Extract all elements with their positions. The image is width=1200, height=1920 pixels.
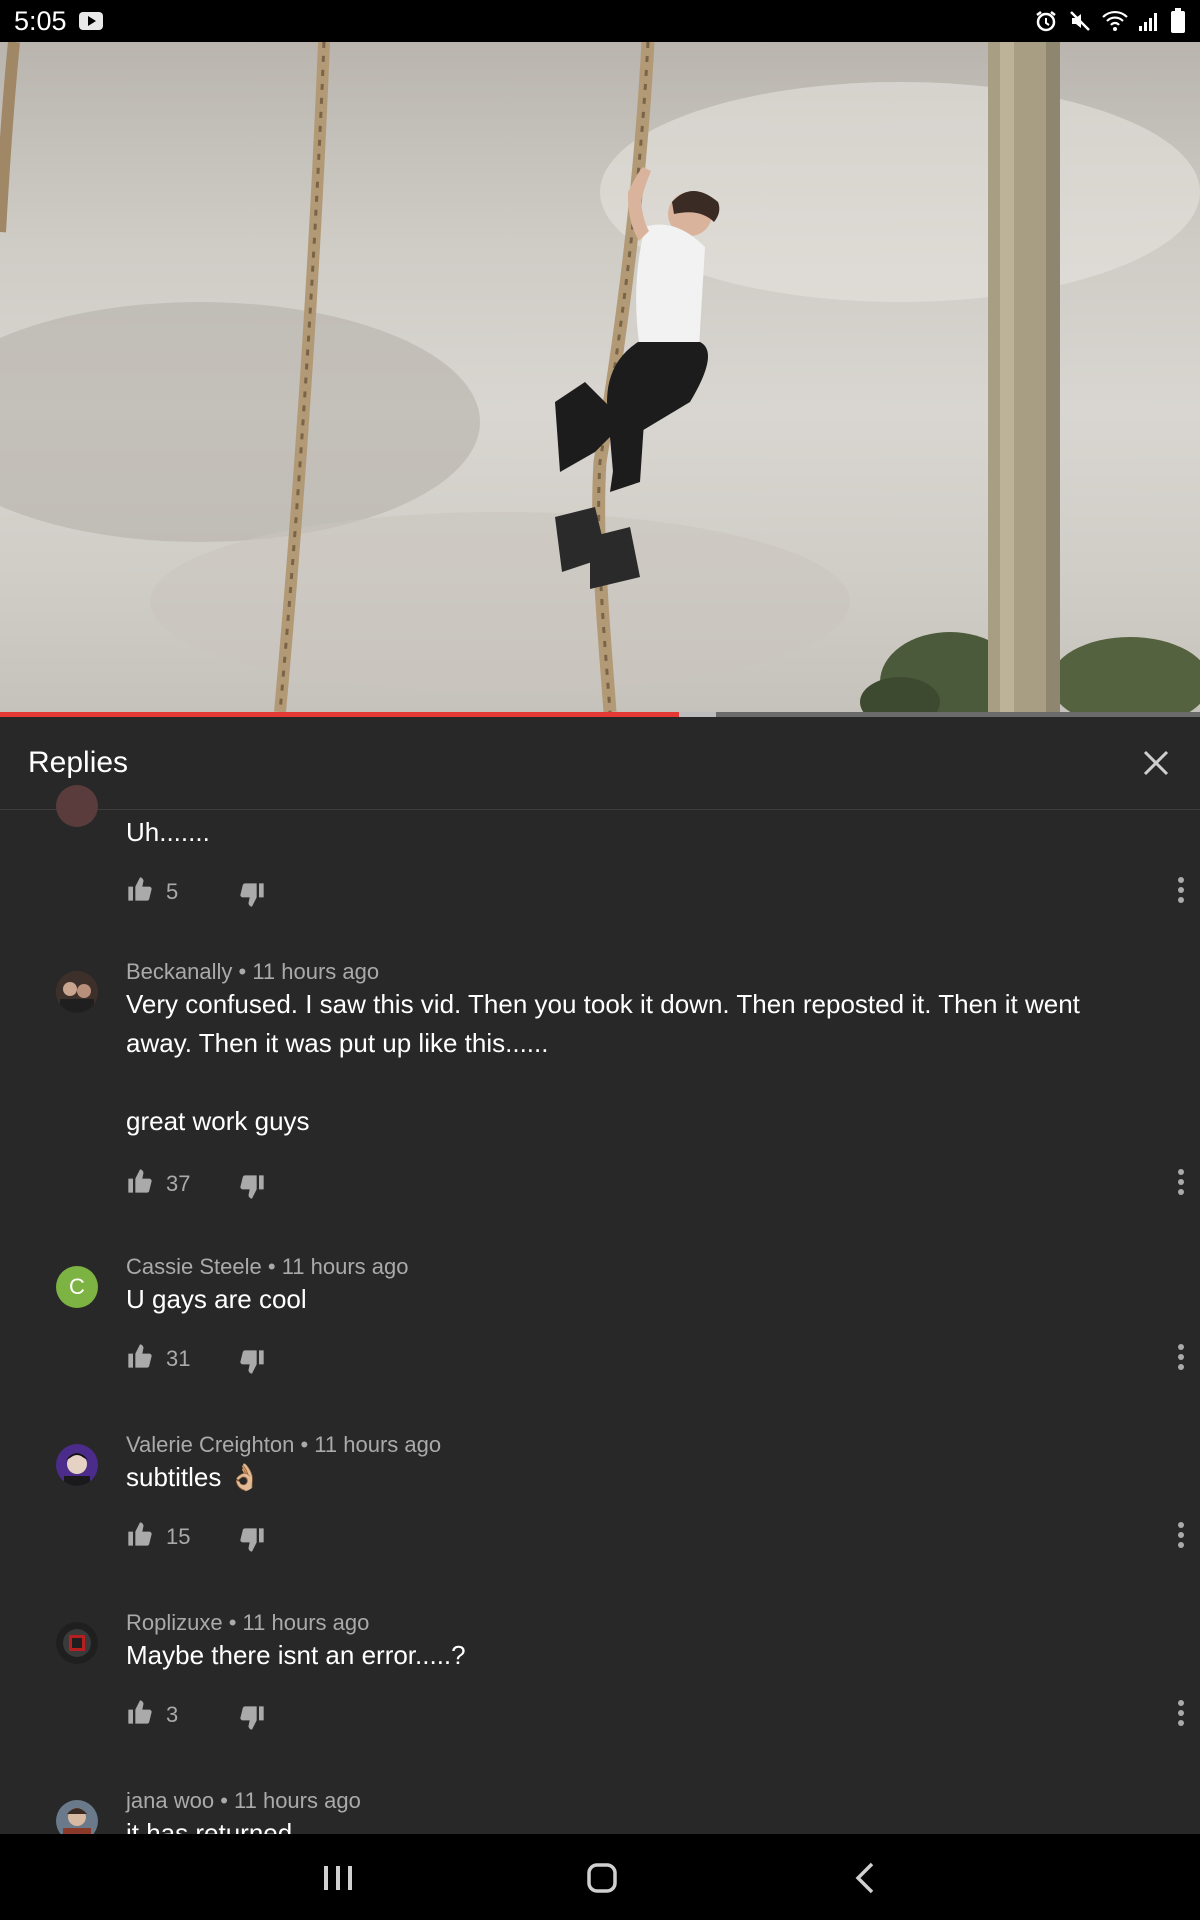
- comment-actions: 3: [126, 1698, 1186, 1730]
- avatar[interactable]: [56, 785, 98, 827]
- like-icon[interactable]: [126, 1520, 154, 1548]
- like-count: 31: [166, 1346, 191, 1371]
- comment-meta: jana woo • 11 hours ago: [126, 1788, 361, 1814]
- replies-panel: Replies Uh....... 5 Beckanally • 11 hour…: [0, 717, 1200, 1834]
- avatar[interactable]: [56, 1622, 98, 1664]
- comment-time: 11 hours ago: [252, 959, 380, 984]
- alarm-icon: [1036, 11, 1056, 32]
- meta-separator: •: [294, 1432, 315, 1457]
- like-count: 5: [166, 879, 179, 904]
- like-count: 37: [166, 1171, 191, 1196]
- avatar[interactable]: [56, 971, 98, 1013]
- comment-meta: Beckanally • 11 hours ago: [126, 959, 379, 985]
- comment-author[interactable]: Valerie Creighton: [126, 1432, 294, 1457]
- recent-apps-icon[interactable]: [316, 1856, 360, 1900]
- comment-text-paragraph: Very confused. I saw this vid. Then you …: [126, 989, 1080, 1058]
- dislike-icon[interactable]: [238, 881, 266, 909]
- signal-icon: [1139, 13, 1157, 31]
- meta-separator: •: [222, 1610, 243, 1635]
- panel-title: Replies: [28, 746, 129, 779]
- dislike-icon[interactable]: [238, 1173, 266, 1201]
- avatar-image: [56, 1444, 98, 1486]
- comment-text: it has returned: [126, 1818, 293, 1834]
- comment-author[interactable]: Cassie Steele: [126, 1254, 262, 1279]
- battery-icon: [1171, 8, 1185, 33]
- comment-meta: Valerie Creighton • 11 hours ago: [126, 1432, 441, 1458]
- video-frame: [0, 42, 1200, 712]
- panel-header: Replies: [0, 717, 1200, 810]
- more-options-icon[interactable]: [1176, 1520, 1186, 1550]
- comment-actions: 37: [126, 1167, 1186, 1199]
- comment-time: 11 hours ago: [281, 1254, 409, 1279]
- like-icon[interactable]: [126, 875, 154, 903]
- more-options-icon[interactable]: [1176, 875, 1186, 905]
- video-player[interactable]: [0, 42, 1200, 712]
- comment-text: Very confused. I saw this vid. Then you …: [126, 985, 1140, 1141]
- comment-meta: Roplizuxe • 11 hours ago: [126, 1610, 369, 1636]
- close-icon[interactable]: [1138, 745, 1174, 781]
- like-icon[interactable]: [126, 1167, 154, 1195]
- more-options-icon[interactable]: [1176, 1698, 1186, 1728]
- comment-text: U gays are cool: [126, 1284, 307, 1314]
- dislike-icon[interactable]: [238, 1526, 266, 1554]
- system-nav-bar: [0, 1834, 1200, 1920]
- avatar-image: [56, 1622, 98, 1664]
- comment-author[interactable]: Roplizuxe: [126, 1610, 223, 1635]
- status-icons: [1034, 8, 1186, 34]
- mute-icon: [1070, 11, 1090, 31]
- comment-text: Uh.......: [126, 817, 210, 847]
- home-icon[interactable]: [580, 1856, 624, 1900]
- avatar-image: [56, 971, 98, 1013]
- comment-actions: 15: [126, 1520, 1186, 1552]
- dislike-icon[interactable]: [238, 1704, 266, 1732]
- status-time: 5:05: [14, 5, 67, 36]
- back-icon[interactable]: [844, 1856, 888, 1900]
- comment-text: Maybe there isnt an error.....?: [126, 1640, 466, 1670]
- status-bar: 5:05: [0, 0, 1200, 42]
- like-count: 15: [166, 1524, 191, 1549]
- comment-author[interactable]: jana woo: [126, 1788, 214, 1813]
- comment-time: 11 hours ago: [242, 1610, 370, 1635]
- avatar[interactable]: C: [56, 1266, 98, 1308]
- comment-actions: 31: [126, 1342, 1186, 1374]
- comment-text: subtitles 👌🏼: [126, 1462, 261, 1492]
- meta-separator: •: [214, 1788, 235, 1813]
- comment-time: 11 hours ago: [314, 1432, 442, 1457]
- youtube-icon: [78, 12, 103, 30]
- like-icon[interactable]: [126, 1342, 154, 1370]
- like-count: 3: [166, 1702, 179, 1727]
- meta-separator: •: [232, 959, 253, 984]
- comment-meta: Cassie Steele • 11 hours ago: [126, 1254, 409, 1280]
- wifi-icon: [1102, 10, 1128, 31]
- more-options-icon[interactable]: [1176, 1167, 1186, 1197]
- more-options-icon[interactable]: [1176, 1342, 1186, 1372]
- avatar[interactable]: [56, 1444, 98, 1486]
- comment-text-paragraph: great work guys: [126, 1106, 310, 1136]
- comment-author[interactable]: Beckanally: [126, 959, 232, 984]
- like-icon[interactable]: [126, 1698, 154, 1726]
- meta-separator: •: [261, 1254, 282, 1279]
- avatar[interactable]: [56, 1800, 98, 1834]
- comment-actions: 5: [126, 875, 1186, 907]
- avatar-image: [56, 1800, 98, 1834]
- comment-time: 11 hours ago: [234, 1788, 361, 1813]
- dislike-icon[interactable]: [238, 1348, 266, 1376]
